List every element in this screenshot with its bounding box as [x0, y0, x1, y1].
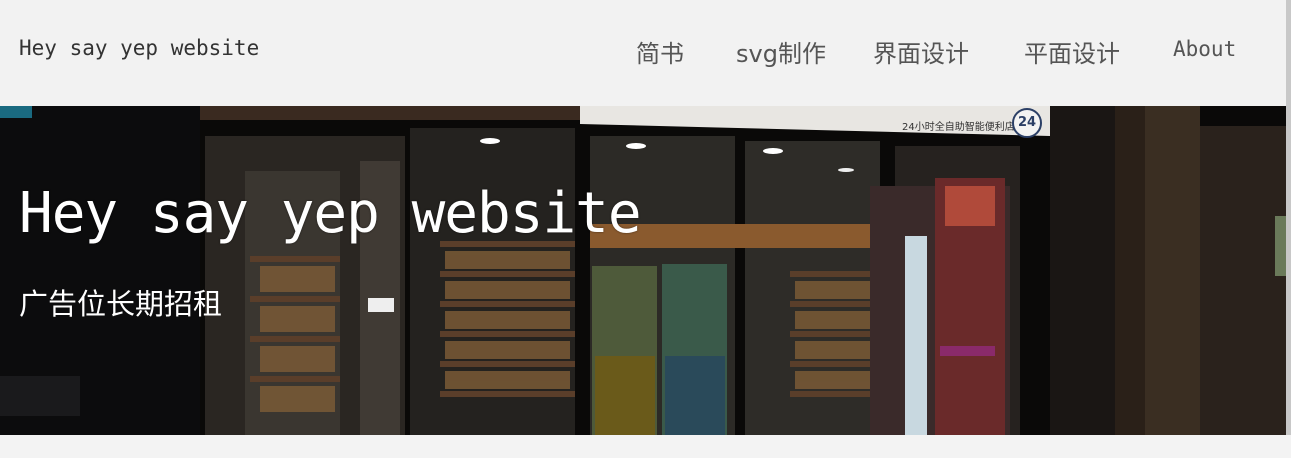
brand-logo-link[interactable]: Hey say yep website — [19, 36, 259, 60]
store-sign-text: 24小时全自助智能便利店 — [902, 122, 1015, 133]
hero-banner: 24小时全自助智能便利店 24 Hey say yep website 广告位长… — [0, 106, 1286, 435]
nav-link-about[interactable]: About — [1173, 37, 1236, 71]
hero-title: Hey say yep website — [19, 181, 642, 246]
nav-link-ui-design[interactable]: 界面设计 — [873, 34, 969, 68]
store-24-badge: 24 — [1012, 108, 1042, 138]
hero-subtitle: 广告位长期招租 — [19, 287, 223, 321]
nav-link-svg[interactable]: svg制作 — [736, 34, 826, 68]
nav-link-jianshu[interactable]: 简书 — [636, 34, 684, 68]
nav-link-graphic-design[interactable]: 平面设计 — [1024, 34, 1120, 68]
hero-background-image — [0, 106, 1286, 435]
scrollbar[interactable] — [1286, 0, 1291, 435]
top-navbar: Hey say yep website 简书 svg制作 界面设计 平面设计 A… — [0, 0, 1286, 106]
